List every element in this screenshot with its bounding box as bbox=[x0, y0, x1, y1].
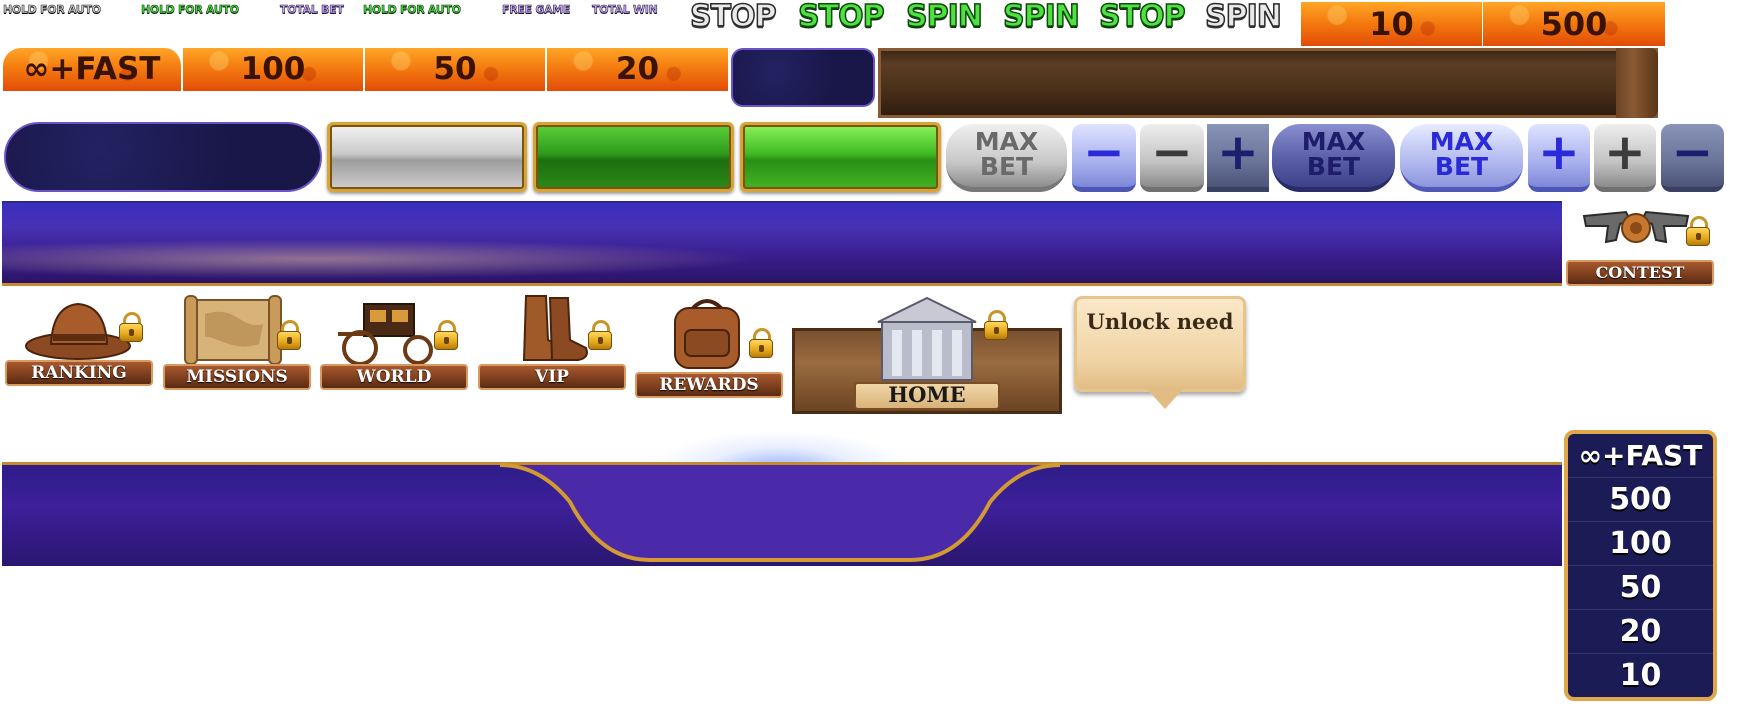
rewards-feature[interactable]: REWARDS bbox=[635, 294, 783, 400]
navy-small-panel bbox=[731, 48, 875, 107]
max-bet-navy-line1: MAX bbox=[1301, 127, 1366, 156]
lock-icon bbox=[984, 310, 1008, 340]
lock-icon bbox=[434, 320, 458, 350]
vip-feature[interactable]: VIP bbox=[478, 294, 626, 392]
plus-light-button[interactable]: + bbox=[1528, 124, 1590, 192]
vip-label: VIP bbox=[478, 364, 626, 390]
word-stop-green-2: STOP bbox=[1098, 0, 1186, 34]
label-total-win: TOTAL WIN bbox=[592, 3, 658, 17]
max-bet-gray-line2: BET bbox=[979, 152, 1034, 181]
minus-light-button[interactable]: − bbox=[1072, 124, 1136, 192]
button-silver[interactable] bbox=[327, 122, 527, 192]
max-bet-gray-line1: MAX bbox=[974, 127, 1039, 156]
speed-list-10[interactable]: 10 bbox=[1568, 654, 1713, 697]
world-label: WORLD bbox=[320, 364, 468, 390]
world-feature[interactable]: WORLD bbox=[320, 294, 468, 392]
label-hold-for-auto-green-2: HOLD FOR AUTO bbox=[363, 3, 462, 17]
max-bet-light-line2: BET bbox=[1434, 152, 1489, 181]
plus-gray-button[interactable]: + bbox=[1594, 124, 1656, 192]
stagecoach-icon bbox=[338, 303, 433, 366]
home-feature[interactable]: HOME bbox=[792, 296, 1062, 416]
missions-feature[interactable]: MISSIONS bbox=[163, 294, 311, 392]
word-stop-green: STOP bbox=[797, 0, 885, 34]
minus-gray-button[interactable]: − bbox=[1140, 124, 1204, 192]
tile-10[interactable]: 10 bbox=[1301, 2, 1484, 46]
lock-icon bbox=[1686, 216, 1710, 246]
tile-500[interactable]: 500 bbox=[1483, 2, 1665, 46]
purple-banner bbox=[2, 201, 1562, 286]
minus-slate-button[interactable]: − bbox=[1661, 124, 1724, 192]
backpack-icon bbox=[674, 299, 740, 369]
contest-feature[interactable]: CONTEST bbox=[1566, 198, 1714, 290]
button-green[interactable] bbox=[740, 122, 941, 192]
map-scroll-icon bbox=[184, 295, 282, 365]
button-dark-green[interactable] bbox=[533, 122, 734, 192]
ranking-feature[interactable]: RANKING bbox=[5, 294, 153, 390]
navy-wide-panel bbox=[4, 122, 322, 192]
label-hold-for-auto-green: HOLD FOR AUTO bbox=[141, 3, 240, 17]
speed-list-20[interactable]: 20 bbox=[1568, 610, 1713, 654]
label-free-game: FREE GAME bbox=[502, 3, 571, 17]
tile-50[interactable]: 50 bbox=[365, 48, 547, 91]
wooden-bar bbox=[878, 48, 1658, 118]
home-label: HOME bbox=[854, 382, 1000, 410]
max-bet-light-button[interactable]: MAX BET bbox=[1400, 124, 1523, 192]
plus-slate-button[interactable]: + bbox=[1207, 124, 1269, 192]
bank-building-icon bbox=[877, 296, 977, 381]
lock-icon bbox=[277, 320, 301, 350]
bubble-tail bbox=[1147, 389, 1183, 409]
tile-fast[interactable]: ∞+FAST bbox=[3, 48, 183, 91]
max-bet-navy-button[interactable]: MAX BET bbox=[1272, 124, 1395, 192]
lock-icon bbox=[749, 328, 773, 358]
label-total-bet: TOTAL BET bbox=[280, 3, 344, 17]
unlock-need-bubble: Unlock need bbox=[1074, 296, 1246, 409]
label-hold-for-auto-gray: HOLD FOR AUTO bbox=[3, 3, 102, 17]
speed-list-50[interactable]: 50 bbox=[1568, 566, 1713, 610]
tile-20[interactable]: 20 bbox=[547, 48, 728, 91]
lock-icon bbox=[119, 312, 143, 342]
bottom-purple-banner bbox=[2, 462, 1562, 566]
max-bet-light-line1: MAX bbox=[1429, 127, 1494, 156]
pistols-icon bbox=[1582, 210, 1690, 244]
missions-label: MISSIONS bbox=[163, 364, 311, 390]
speed-list-500[interactable]: 500 bbox=[1568, 478, 1713, 522]
speed-list-100[interactable]: 100 bbox=[1568, 522, 1713, 566]
banner-notch bbox=[500, 463, 1060, 562]
speed-list-panel: ∞+FAST 500 100 50 20 10 bbox=[1564, 430, 1717, 701]
tile-100[interactable]: 100 bbox=[183, 48, 365, 91]
cowboy-boots-icon bbox=[522, 295, 588, 361]
cowboy-hat-icon bbox=[25, 302, 131, 360]
wooden-bar-end-cap bbox=[1616, 48, 1658, 118]
contest-label: CONTEST bbox=[1566, 260, 1714, 286]
lock-icon bbox=[588, 320, 612, 350]
word-spin-gray: SPIN bbox=[1204, 0, 1282, 34]
max-bet-navy-line2: BET bbox=[1306, 152, 1361, 181]
word-stop-gray: STOP bbox=[689, 0, 777, 34]
rewards-label: REWARDS bbox=[635, 372, 783, 398]
word-spin-green-2: SPIN bbox=[1002, 0, 1080, 34]
unlock-need-text: Unlock need bbox=[1086, 309, 1234, 334]
max-bet-gray-button[interactable]: MAX BET bbox=[946, 124, 1067, 192]
ranking-label: RANKING bbox=[5, 360, 153, 386]
word-spin-green: SPIN bbox=[905, 0, 983, 34]
speed-list-fast[interactable]: ∞+FAST bbox=[1568, 434, 1713, 478]
